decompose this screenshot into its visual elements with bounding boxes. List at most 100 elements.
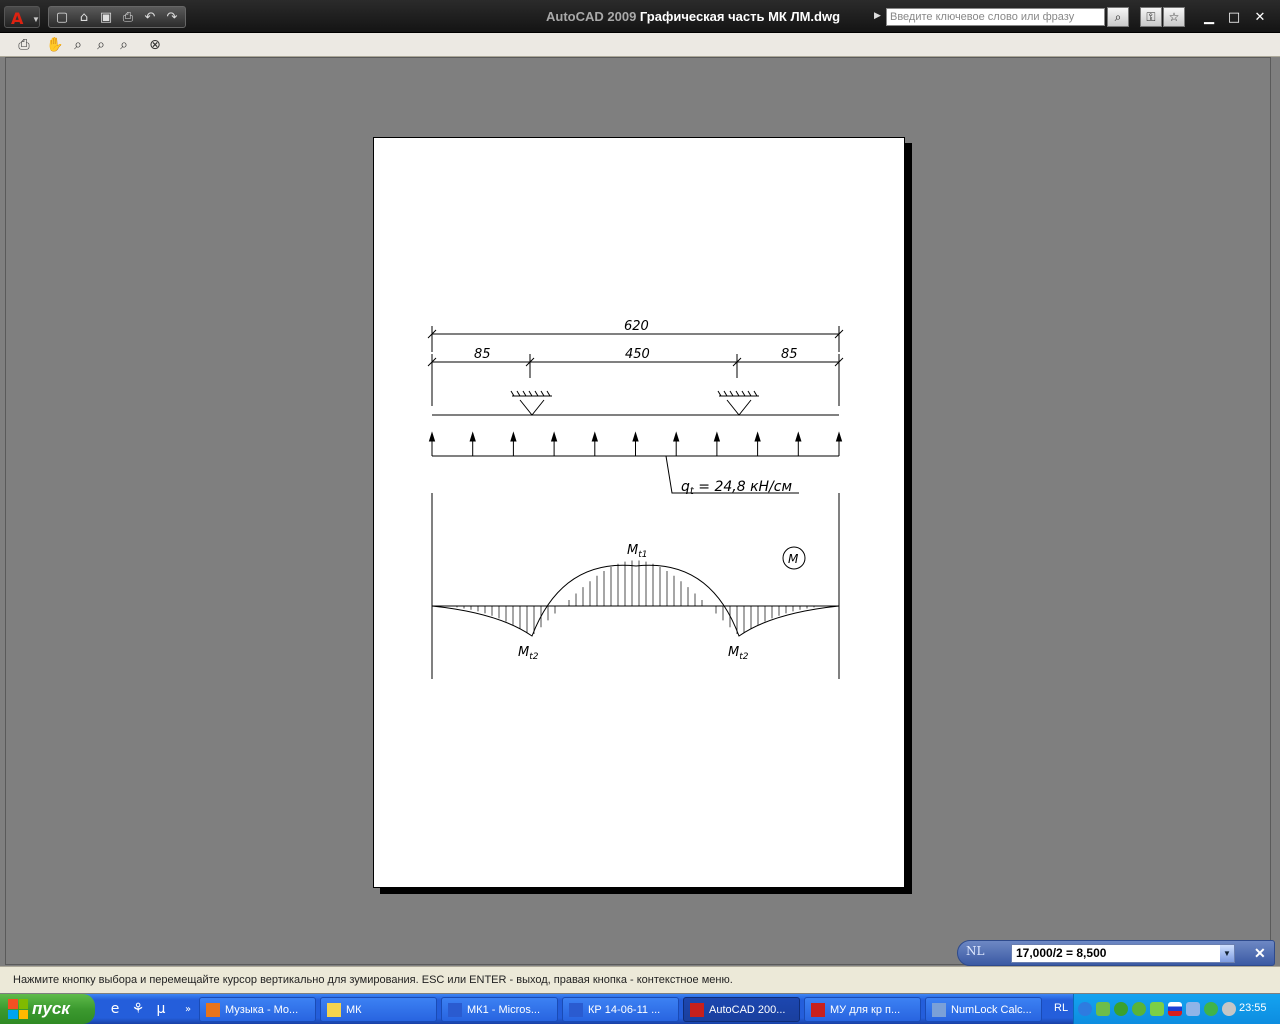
chevron-down-icon[interactable]: ▼ (1220, 945, 1234, 962)
title-bar: A ▼ ▢ ⌂ ▣ ⎙ ↶ ↷ AutoCAD 2009 Графическая… (0, 0, 1280, 33)
star-icon: ☆ (1168, 10, 1180, 24)
load-arrows (428, 431, 843, 456)
expand-search-icon[interactable]: ▶ (874, 10, 881, 21)
beam-drawing: 620 85 450 85 qt = 24,8 кН/см Mt1 Mt2 Mt… (427, 319, 844, 679)
taskbar-item[interactable]: КР 14-06-11 ... (562, 997, 679, 1022)
utorrent-icon[interactable]: µ (151, 999, 171, 1019)
taskbar-item-label: КР 14-06-11 ... (588, 1003, 661, 1016)
minimize-button[interactable]: ▁ (1201, 9, 1217, 25)
zoom-original-icon: ⌕ (120, 37, 128, 53)
more-quicklaunch-icon[interactable]: » (178, 999, 198, 1019)
load-arrowhead (428, 431, 436, 442)
right-edge (1271, 57, 1280, 965)
quick-access-toolbar: ▢ ⌂ ▣ ⎙ ↶ ↷ (48, 6, 186, 28)
close-icon[interactable]: ✕ (1254, 945, 1266, 962)
windows-flag-icon (8, 999, 28, 1019)
pdf-icon (811, 1002, 825, 1017)
print-icon: ⎙ (18, 37, 30, 53)
close-circle-icon: ⊗ (149, 37, 161, 53)
maximize-button[interactable]: □ (1226, 9, 1242, 25)
zoom-window-button[interactable]: ⌕ (91, 35, 111, 55)
key-icon: ⚿ (1146, 9, 1156, 24)
taskbar-item-label: МК (346, 1003, 362, 1016)
mt2-left-label: Mt2 (518, 645, 539, 662)
subscription-button[interactable]: ⚿ (1140, 7, 1162, 27)
application-menu-button[interactable]: A ▼ (4, 6, 40, 28)
start-button[interactable]: пуск (0, 994, 95, 1024)
taskbar-item-label: Музыка - Mo... (225, 1003, 299, 1016)
word-icon (569, 1002, 583, 1017)
chevron-down-icon: ▼ (32, 15, 40, 24)
new-file-icon[interactable]: ▢ (53, 8, 71, 26)
dim-left-label: 85 (474, 347, 491, 362)
tray-utorrent-icon[interactable] (1132, 1002, 1146, 1016)
undo-icon[interactable]: ↶ (141, 8, 159, 26)
folder-icon (327, 1002, 341, 1017)
load-arrowhead (713, 431, 721, 442)
load-arrowhead (835, 431, 843, 442)
open-folder-icon[interactable]: ⌂ (75, 8, 93, 26)
save-icon[interactable]: ▣ (97, 8, 115, 26)
zoom-original-button[interactable]: ⌕ (114, 35, 134, 55)
load-arrowhead (673, 431, 680, 442)
tray-network-icon[interactable] (1186, 1002, 1200, 1016)
tray-app-icon[interactable] (1096, 1002, 1110, 1016)
file-name: Графическая часть МК ЛМ.dwg (639, 9, 841, 24)
taskbar-item[interactable]: МУ для кр п... (804, 997, 921, 1022)
zoom-icon: ⌕ (74, 37, 82, 53)
firefox-icon (206, 1002, 220, 1017)
taskbar-item[interactable]: МК1 - Micros... (441, 997, 558, 1022)
load-arrowhead (591, 431, 598, 442)
close-preview-button[interactable]: ⊗ (145, 35, 165, 55)
load-arrowhead (795, 431, 802, 442)
tray-icq-icon[interactable] (1204, 1002, 1218, 1016)
status-message: Нажмите кнопку выбора и перемещайте курс… (13, 974, 733, 986)
word-icon (448, 1002, 462, 1017)
taskbar-item-label: МУ для кр п... (830, 1003, 901, 1016)
pan-hand-icon: ✋ (46, 37, 64, 53)
print-button[interactable]: ⎙ (14, 35, 34, 55)
network-icon[interactable]: ⚘ (128, 999, 148, 1019)
redo-icon[interactable]: ↷ (163, 8, 181, 26)
tray-volume-icon[interactable] (1222, 1002, 1236, 1016)
zoom-window-icon: ⌕ (97, 37, 105, 53)
tray-hide-icon[interactable] (1078, 1002, 1092, 1016)
autocad-icon (690, 1002, 704, 1017)
pan-button[interactable]: ✋ (45, 35, 65, 55)
favorites-button[interactable]: ☆ (1163, 7, 1185, 27)
window-title: AutoCAD 2009 Графическая часть МК ЛМ.dwg (546, 9, 840, 24)
dim-right-label: 85 (781, 347, 798, 362)
moment-diagram-hatch (456, 560, 815, 635)
taskbar-item[interactable]: Музыка - Mo... (199, 997, 316, 1022)
load-arrowhead (632, 431, 639, 442)
zoom-realtime-button[interactable]: ⌕ (68, 35, 88, 55)
search-button[interactable]: ⌕ (1107, 7, 1129, 27)
support-right (717, 390, 759, 416)
calculator-expression[interactable]: 17,000/2 = 8,500 (1011, 944, 1235, 963)
status-bar: Нажмите кнопку выбора и перемещайте курс… (0, 966, 1280, 993)
print-icon[interactable]: ⎙ (119, 8, 137, 26)
start-label: пуск (32, 999, 70, 1018)
tray-russian-flag-icon[interactable] (1168, 1002, 1182, 1016)
system-tray: RL 23:55 (1054, 994, 1280, 1024)
dim-mid-label: 450 (625, 347, 650, 362)
calculator-icon (932, 1002, 946, 1017)
language-indicator[interactable]: RL (1054, 1002, 1068, 1014)
taskbar-item[interactable]: NumLock Calc... (925, 997, 1042, 1022)
dim-total-label: 620 (624, 319, 649, 334)
search-icon: ⌕ (1114, 9, 1122, 24)
tray-utorrent-icon[interactable] (1114, 1002, 1128, 1016)
close-button[interactable]: ✕ (1252, 9, 1268, 25)
mt2-right-label: Mt2 (728, 645, 749, 662)
taskbar: пуск e ⚘ µ » Музыка - Mo... МК МК1 - Micro… (0, 994, 1280, 1024)
load-arrowhead (550, 431, 558, 442)
app-name: AutoCAD 2009 (546, 9, 637, 24)
taskbar-item[interactable]: МК (320, 997, 437, 1022)
tray-agent-icon[interactable] (1150, 1002, 1164, 1016)
taskbar-item[interactable]: AutoCAD 200... (683, 997, 800, 1022)
load-arrowhead (469, 431, 476, 442)
ie-icon[interactable]: e (105, 999, 125, 1019)
search-input[interactable]: Введите ключевое слово или фразу (886, 8, 1105, 26)
numlock-calculator: NL 17,000/2 = 8,500 ▼ ✕ (957, 940, 1275, 966)
calculator-mode[interactable]: NL (966, 944, 984, 958)
